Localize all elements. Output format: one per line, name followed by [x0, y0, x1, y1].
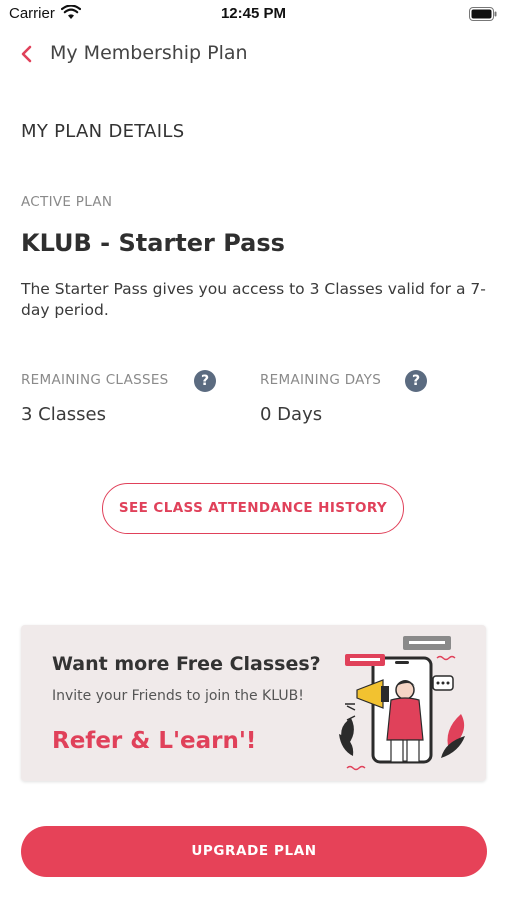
remaining-days-label: REMAINING DAYS: [260, 372, 382, 388]
attendance-history-button[interactable]: SEE CLASS ATTENDANCE HISTORY: [102, 483, 404, 534]
remaining-days-value: 0 Days: [260, 404, 323, 425]
referral-illustration-icon: [339, 636, 465, 771]
refer-subtitle: Invite your Friends to join the KLUB!: [52, 688, 304, 704]
plan-name: KLUB - Starter Pass: [21, 229, 285, 257]
refer-card[interactable]: Want more Free Classes? Invite your Frie…: [21, 625, 486, 781]
plan-description: The Starter Pass gives you access to 3 C…: [21, 280, 486, 319]
remaining-classes-value: 3 Classes: [21, 404, 106, 425]
status-bar: Carrier 12:45 PM: [0, 0, 507, 28]
refer-cta: Refer & L'earn'!: [52, 728, 257, 754]
remaining-classes-help-icon[interactable]: ?: [194, 370, 216, 392]
refer-title: Want more Free Classes?: [52, 653, 321, 675]
remaining-days-help-icon[interactable]: ?: [405, 370, 427, 392]
section-title: MY PLAN DETAILS: [21, 121, 185, 142]
remaining-classes-label: REMAINING CLASSES: [21, 372, 169, 388]
upgrade-plan-button[interactable]: UPGRADE PLAN: [21, 826, 487, 877]
nav-header: My Membership Plan: [0, 28, 507, 78]
back-chevron-icon[interactable]: [16, 42, 38, 66]
clock: 12:45 PM: [220, 5, 287, 22]
battery-icon: [469, 7, 497, 21]
active-plan-label: ACTIVE PLAN: [21, 194, 113, 210]
page-title: My Membership Plan: [50, 42, 248, 64]
